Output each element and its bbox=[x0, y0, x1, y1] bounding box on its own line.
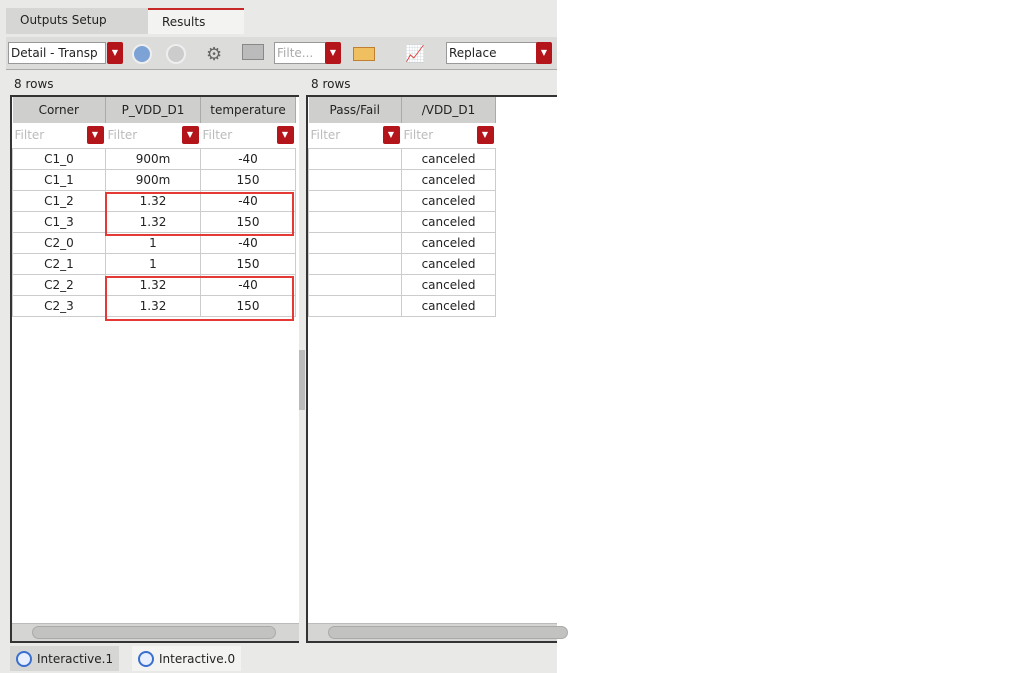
table-cell[interactable]: canceled bbox=[401, 231, 496, 254]
settings-icon[interactable]: ⚙ bbox=[206, 44, 226, 65]
table-row[interactable]: canceled bbox=[308, 168, 496, 191]
view-select[interactable]: Detail - Transp bbox=[8, 42, 106, 64]
table-cell[interactable]: C2_0 bbox=[12, 231, 106, 254]
toggle-icon[interactable] bbox=[353, 47, 375, 61]
table-row[interactable]: canceled bbox=[308, 231, 496, 254]
column-header-pass-fail[interactable]: Pass/Fail bbox=[308, 97, 402, 123]
column-header-vdd-d1[interactable]: /VDD_D1 bbox=[401, 97, 496, 123]
table-cell[interactable] bbox=[308, 168, 402, 191]
table-row[interactable]: C1_0 900m -40 bbox=[12, 147, 296, 170]
results-window: Outputs Setup Results Detail - Transp ▼ … bbox=[0, 0, 568, 673]
plot-mode-select[interactable]: Replace bbox=[446, 42, 538, 64]
table-cell[interactable]: canceled bbox=[401, 273, 496, 296]
table-cell[interactable]: canceled bbox=[401, 147, 496, 170]
table-cell[interactable]: 150 bbox=[200, 168, 296, 191]
filter-field[interactable]: Filter ▼ bbox=[13, 123, 106, 148]
table-cell[interactable]: 900m bbox=[105, 168, 201, 191]
chevron-down-icon[interactable]: ▼ bbox=[325, 42, 341, 64]
chevron-down-icon[interactable]: ▼ bbox=[86, 126, 104, 144]
right-table: Pass/Fail /VDD_D1 Filter ▼ Filter ▼ cancel… bbox=[308, 97, 496, 317]
table-row[interactable]: canceled bbox=[308, 294, 496, 317]
table-cell[interactable] bbox=[308, 273, 402, 296]
table-cell[interactable] bbox=[308, 189, 402, 212]
filter-field[interactable]: Filter ▼ bbox=[309, 123, 402, 148]
table-cell[interactable]: C2_1 bbox=[12, 252, 106, 275]
table-row[interactable]: canceled bbox=[308, 210, 496, 233]
table-cell[interactable]: 900m bbox=[105, 147, 201, 170]
table-cell[interactable]: canceled bbox=[401, 189, 496, 212]
right-table-panel: Pass/Fail /VDD_D1 Filter ▼ Filter ▼ cancel… bbox=[306, 95, 568, 643]
table-row[interactable]: canceled bbox=[308, 252, 496, 275]
chevron-down-icon[interactable]: ▼ bbox=[536, 42, 552, 64]
column-header-corner[interactable]: Corner bbox=[12, 97, 106, 123]
tab-results[interactable]: Results bbox=[148, 8, 244, 34]
table-cell[interactable]: C1_2 bbox=[12, 189, 106, 212]
highlight-box bbox=[105, 276, 294, 321]
column-header-temperature[interactable]: temperature bbox=[200, 97, 296, 123]
table-cell[interactable]: canceled bbox=[401, 168, 496, 191]
tab-interactive-0[interactable]: Interactive.0 bbox=[132, 646, 242, 671]
table-cell[interactable] bbox=[308, 210, 402, 233]
table-cell[interactable] bbox=[308, 231, 402, 254]
filter-field[interactable]: Filter ▼ bbox=[402, 123, 496, 148]
table-cell[interactable]: 1 bbox=[105, 252, 201, 275]
toolbar: Detail - Transp ▼ ⚙ Filte... ▼ 📈 Replace… bbox=[6, 37, 557, 70]
plot-icon[interactable]: 📈 bbox=[405, 44, 425, 64]
table-cell[interactable] bbox=[308, 252, 402, 275]
left-table-panel: Corner P_VDD_D1 temperature Filter ▼ Filt… bbox=[10, 95, 299, 643]
table-cell[interactable]: canceled bbox=[401, 210, 496, 233]
chevron-down-icon[interactable]: ▼ bbox=[382, 126, 400, 144]
table-cell[interactable]: C2_2 bbox=[12, 273, 106, 296]
filter-field[interactable]: Filter ▼ bbox=[201, 123, 296, 148]
horizontal-scrollbar[interactable] bbox=[308, 623, 568, 641]
table-cell[interactable]: C1_0 bbox=[12, 147, 106, 170]
right-row-count: 8 rows bbox=[311, 77, 351, 91]
table-cell[interactable]: -40 bbox=[200, 147, 296, 170]
column-header-p-vdd-d1[interactable]: P_VDD_D1 bbox=[105, 97, 201, 123]
back-icon[interactable] bbox=[132, 44, 152, 64]
table-cell[interactable]: C2_3 bbox=[12, 294, 106, 317]
table-row[interactable]: canceled bbox=[308, 189, 496, 212]
table-cell[interactable]: 150 bbox=[200, 252, 296, 275]
clock-icon bbox=[16, 650, 32, 667]
forward-icon bbox=[166, 44, 186, 64]
splitter-handle[interactable] bbox=[299, 350, 305, 410]
highlight-box bbox=[105, 192, 294, 236]
table-row[interactable]: canceled bbox=[308, 147, 496, 170]
horizontal-scrollbar[interactable] bbox=[12, 623, 299, 641]
table-row[interactable]: C1_1 900m 150 bbox=[12, 168, 296, 191]
table-row[interactable]: C2_1 1 150 bbox=[12, 252, 296, 275]
chevron-down-icon[interactable]: ▼ bbox=[276, 126, 294, 144]
chevron-down-icon[interactable]: ▼ bbox=[476, 126, 494, 144]
filter-field[interactable]: Filter ▼ bbox=[106, 123, 201, 148]
tab-outputs-setup[interactable]: Outputs Setup bbox=[6, 8, 148, 34]
chevron-down-icon[interactable]: ▼ bbox=[181, 126, 199, 144]
clock-icon bbox=[138, 650, 154, 667]
table-cell[interactable]: canceled bbox=[401, 294, 496, 317]
table-cell[interactable] bbox=[308, 294, 402, 317]
table-cell[interactable] bbox=[308, 147, 402, 170]
tab-interactive-1[interactable]: Interactive.1 bbox=[10, 646, 120, 671]
table-cell[interactable]: C1_1 bbox=[12, 168, 106, 191]
chevron-down-icon[interactable]: ▼ bbox=[107, 42, 123, 64]
filter-input[interactable]: Filte... bbox=[274, 42, 326, 64]
left-row-count: 8 rows bbox=[14, 77, 54, 91]
table-icon[interactable] bbox=[242, 44, 264, 60]
table-cell[interactable]: C1_3 bbox=[12, 210, 106, 233]
table-row[interactable]: canceled bbox=[308, 273, 496, 296]
table-cell[interactable]: canceled bbox=[401, 252, 496, 275]
